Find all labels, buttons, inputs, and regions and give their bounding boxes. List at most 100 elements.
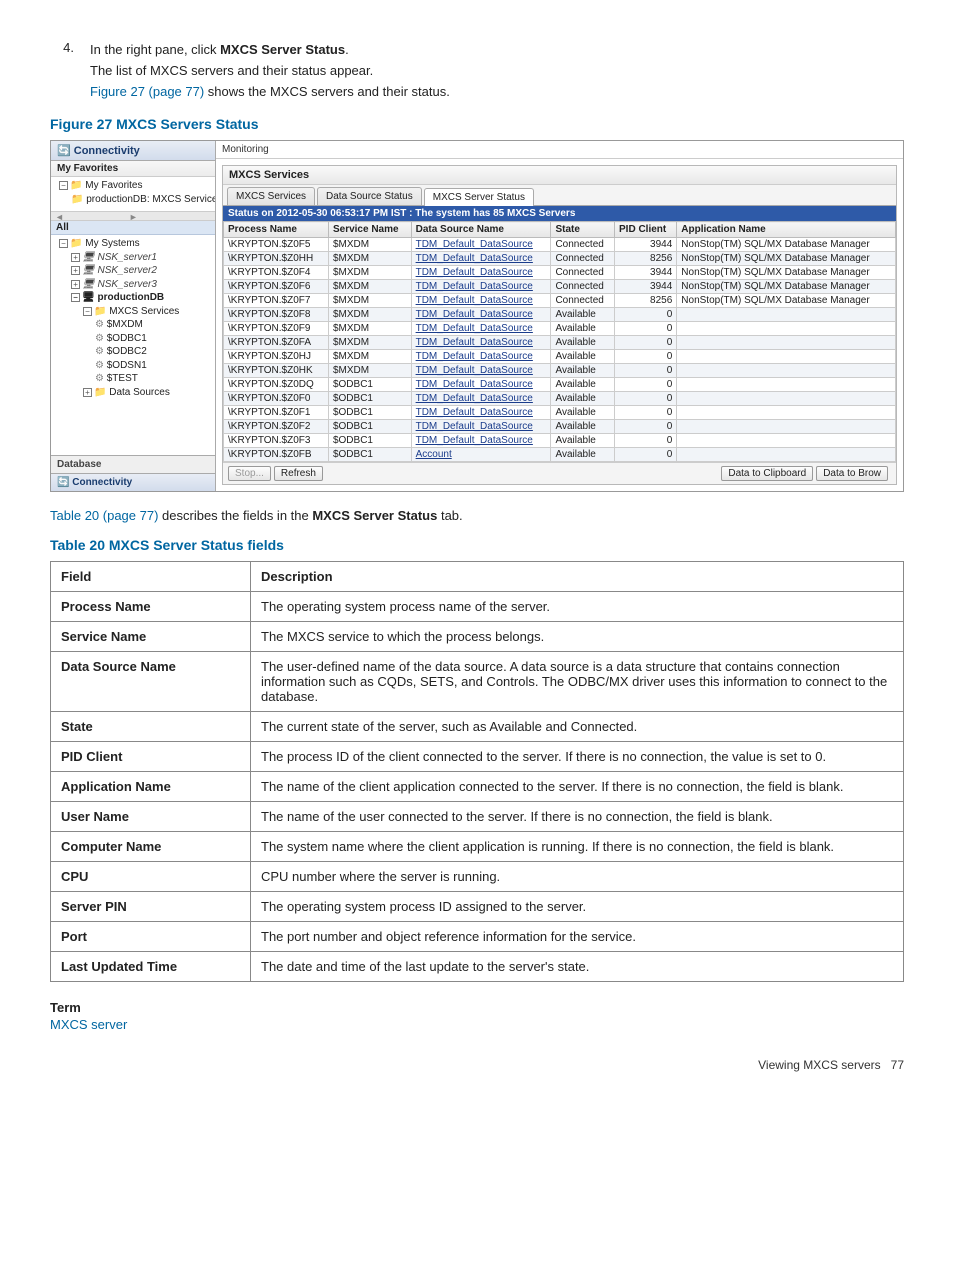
col-service-name[interactable]: Service Name xyxy=(328,222,411,238)
fields-header-field: Field xyxy=(51,562,251,592)
cell-process: \KRYPTON.$Z0DQ xyxy=(224,378,329,392)
cell-datasource[interactable]: TDM_Default_DataSource xyxy=(411,420,551,434)
tree-productiondb[interactable]: −🖥 productionDB xyxy=(53,291,213,305)
table-row[interactable]: \KRYPTON.$Z0HJ$MXDMTDM_Default_DataSourc… xyxy=(224,350,896,364)
table-row[interactable]: \KRYPTON.$Z0F5$MXDMTDM_Default_DataSourc… xyxy=(224,238,896,252)
tree-stest[interactable]: ⚙ $TEST xyxy=(53,372,213,386)
data-to-clipboard-button[interactable]: Data to Clipboard xyxy=(721,466,813,481)
tab-mxcs-services[interactable]: MXCS Services xyxy=(227,187,315,205)
cell-pid: 0 xyxy=(615,448,677,462)
cell-app xyxy=(677,378,896,392)
table-row[interactable]: \KRYPTON.$Z0F1$ODBC1TDM_Default_DataSour… xyxy=(224,406,896,420)
tab-mxcs-server-status[interactable]: MXCS Server Status xyxy=(424,188,534,206)
cell-datasource[interactable]: TDM_Default_DataSource xyxy=(411,252,551,266)
cell-datasource[interactable]: Account xyxy=(411,448,551,462)
cell-datasource[interactable]: TDM_Default_DataSource xyxy=(411,238,551,252)
cell-datasource[interactable]: TDM_Default_DataSource xyxy=(411,378,551,392)
collapse-icon[interactable]: − xyxy=(83,307,92,316)
table-row[interactable]: \KRYPTON.$Z0HK$MXDMTDM_Default_DataSourc… xyxy=(224,364,896,378)
cell-app xyxy=(677,434,896,448)
tree-server2[interactable]: +🖥 NSK_server2 xyxy=(53,264,213,278)
tree-server3[interactable]: +🖥 NSK_server3 xyxy=(53,278,213,292)
col-data-source-name[interactable]: Data Source Name xyxy=(411,222,551,238)
nav-scroll-strip[interactable]: ◄ ► xyxy=(51,211,215,221)
nav-all[interactable]: All xyxy=(51,221,215,235)
folder-icon: 📁 xyxy=(70,180,82,191)
tree-odbc1[interactable]: ⚙ $ODBC1 xyxy=(53,332,213,346)
tree-odbc2[interactable]: ⚙ $ODBC2 xyxy=(53,345,213,359)
table-row[interactable]: \KRYPTON.$Z0F2$ODBC1TDM_Default_DataSour… xyxy=(224,420,896,434)
col-process-name[interactable]: Process Name xyxy=(224,222,329,238)
cell-datasource[interactable]: TDM_Default_DataSource xyxy=(411,406,551,420)
cell-state: Available xyxy=(551,392,615,406)
button-row: Stop... Refresh Data to Clipboard Data t… xyxy=(223,462,896,484)
tree-my-systems[interactable]: −📁 My Systems xyxy=(53,237,213,251)
table-ref-link[interactable]: Table 20 (page 77) xyxy=(50,508,158,523)
cell-datasource[interactable]: TDM_Default_DataSource xyxy=(411,294,551,308)
tree-data-sources[interactable]: +📁 Data Sources xyxy=(53,386,213,400)
tree-mxdm[interactable]: ⚙ $MXDM xyxy=(53,318,213,332)
table-row[interactable]: \KRYPTON.$Z0HH$MXDMTDM_Default_DataSourc… xyxy=(224,252,896,266)
table-row[interactable]: \KRYPTON.$Z0DQ$ODBC1TDM_Default_DataSour… xyxy=(224,378,896,392)
table-row[interactable]: \KRYPTON.$Z0F9$MXDMTDM_Default_DataSourc… xyxy=(224,322,896,336)
table-row[interactable]: \KRYPTON.$Z0F3$ODBC1TDM_Default_DataSour… xyxy=(224,434,896,448)
table-row[interactable]: \KRYPTON.$Z0F6$MXDMTDM_Default_DataSourc… xyxy=(224,280,896,294)
nav-favorites-header: My Favorites xyxy=(51,161,215,177)
collapse-icon[interactable]: − xyxy=(59,239,68,248)
cell-datasource[interactable]: TDM_Default_DataSource xyxy=(411,434,551,448)
cell-datasource[interactable]: TDM_Default_DataSource xyxy=(411,364,551,378)
table-row[interactable]: \KRYPTON.$Z0FA$MXDMTDM_Default_DataSourc… xyxy=(224,336,896,350)
table-row[interactable]: \KRYPTON.$Z0F0$ODBC1TDM_Default_DataSour… xyxy=(224,392,896,406)
expand-icon[interactable]: + xyxy=(71,253,80,262)
cell-datasource[interactable]: TDM_Default_DataSource xyxy=(411,392,551,406)
cell-service: $MXDM xyxy=(328,308,411,322)
expand-icon[interactable]: + xyxy=(83,388,92,397)
nav-tab-connectivity[interactable]: 🔄 Connectivity xyxy=(51,473,215,491)
cell-pid: 3944 xyxy=(615,280,677,294)
col-state[interactable]: State xyxy=(551,222,615,238)
figure-27: 🔄 Connectivity My Favorites −📁 My Favori… xyxy=(50,140,904,492)
collapse-icon[interactable]: − xyxy=(59,181,68,190)
collapse-icon[interactable]: − xyxy=(71,293,80,302)
tree-fav-child[interactable]: 📁 productionDB: MXCS Services xyxy=(53,193,213,207)
cell-app xyxy=(677,364,896,378)
data-to-browser-button[interactable]: Data to Brow xyxy=(816,466,888,481)
cell-datasource[interactable]: TDM_Default_DataSource xyxy=(411,266,551,280)
stop-button[interactable]: Stop... xyxy=(228,466,271,481)
cell-datasource[interactable]: TDM_Default_DataSource xyxy=(411,336,551,350)
step-4: 4. In the right pane, click MXCS Server … xyxy=(50,40,904,102)
tree-mxcs-services[interactable]: −📁 MXCS Services xyxy=(53,305,213,319)
refresh-button[interactable]: Refresh xyxy=(274,466,323,481)
cell-process: \KRYPTON.$Z0F4 xyxy=(224,266,329,280)
expand-icon[interactable]: + xyxy=(71,266,80,275)
cell-service: $MXDM xyxy=(328,252,411,266)
table-row[interactable]: \KRYPTON.$Z0F4$MXDMTDM_Default_DataSourc… xyxy=(224,266,896,280)
tree-label: MXCS Services xyxy=(109,306,179,317)
cell-datasource[interactable]: TDM_Default_DataSource xyxy=(411,322,551,336)
field-desc: The name of the client application conne… xyxy=(251,772,904,802)
table-row[interactable]: \KRYPTON.$Z0FB$ODBC1AccountAvailable0 xyxy=(224,448,896,462)
nav-tab-database[interactable]: Database xyxy=(51,455,215,473)
cell-datasource[interactable]: TDM_Default_DataSource xyxy=(411,280,551,294)
nav-header-connectivity[interactable]: 🔄 Connectivity xyxy=(51,141,215,161)
col-pid-client[interactable]: PID Client xyxy=(615,222,677,238)
tree-server1[interactable]: +🖥 NSK_server1 xyxy=(53,251,213,265)
cell-datasource[interactable]: TDM_Default_DataSource xyxy=(411,350,551,364)
col-application-name[interactable]: Application Name xyxy=(677,222,896,238)
figure-ref-link[interactable]: Figure 27 (page 77) xyxy=(90,84,204,99)
tree-my-favorites[interactable]: −📁 My Favorites xyxy=(53,179,213,193)
cell-datasource[interactable]: TDM_Default_DataSource xyxy=(411,308,551,322)
expand-icon[interactable]: + xyxy=(71,280,80,289)
tab-data-source-status[interactable]: Data Source Status xyxy=(317,187,422,205)
step-target: MXCS Server Status xyxy=(220,42,345,57)
cell-process: \KRYPTON.$Z0F1 xyxy=(224,406,329,420)
tree-odsn1[interactable]: ⚙ $ODSN1 xyxy=(53,359,213,373)
panel-tabs: MXCS Services Data Source Status MXCS Se… xyxy=(223,185,896,206)
cell-state: Available xyxy=(551,322,615,336)
table-row[interactable]: \KRYPTON.$Z0F7$MXDMTDM_Default_DataSourc… xyxy=(224,294,896,308)
folder-icon: 📁 xyxy=(94,387,106,398)
table-row[interactable]: \KRYPTON.$Z0F8$MXDMTDM_Default_DataSourc… xyxy=(224,308,896,322)
field-name: Server PIN xyxy=(51,892,251,922)
field-name: Last Updated Time xyxy=(51,952,251,982)
field-name: User Name xyxy=(51,802,251,832)
